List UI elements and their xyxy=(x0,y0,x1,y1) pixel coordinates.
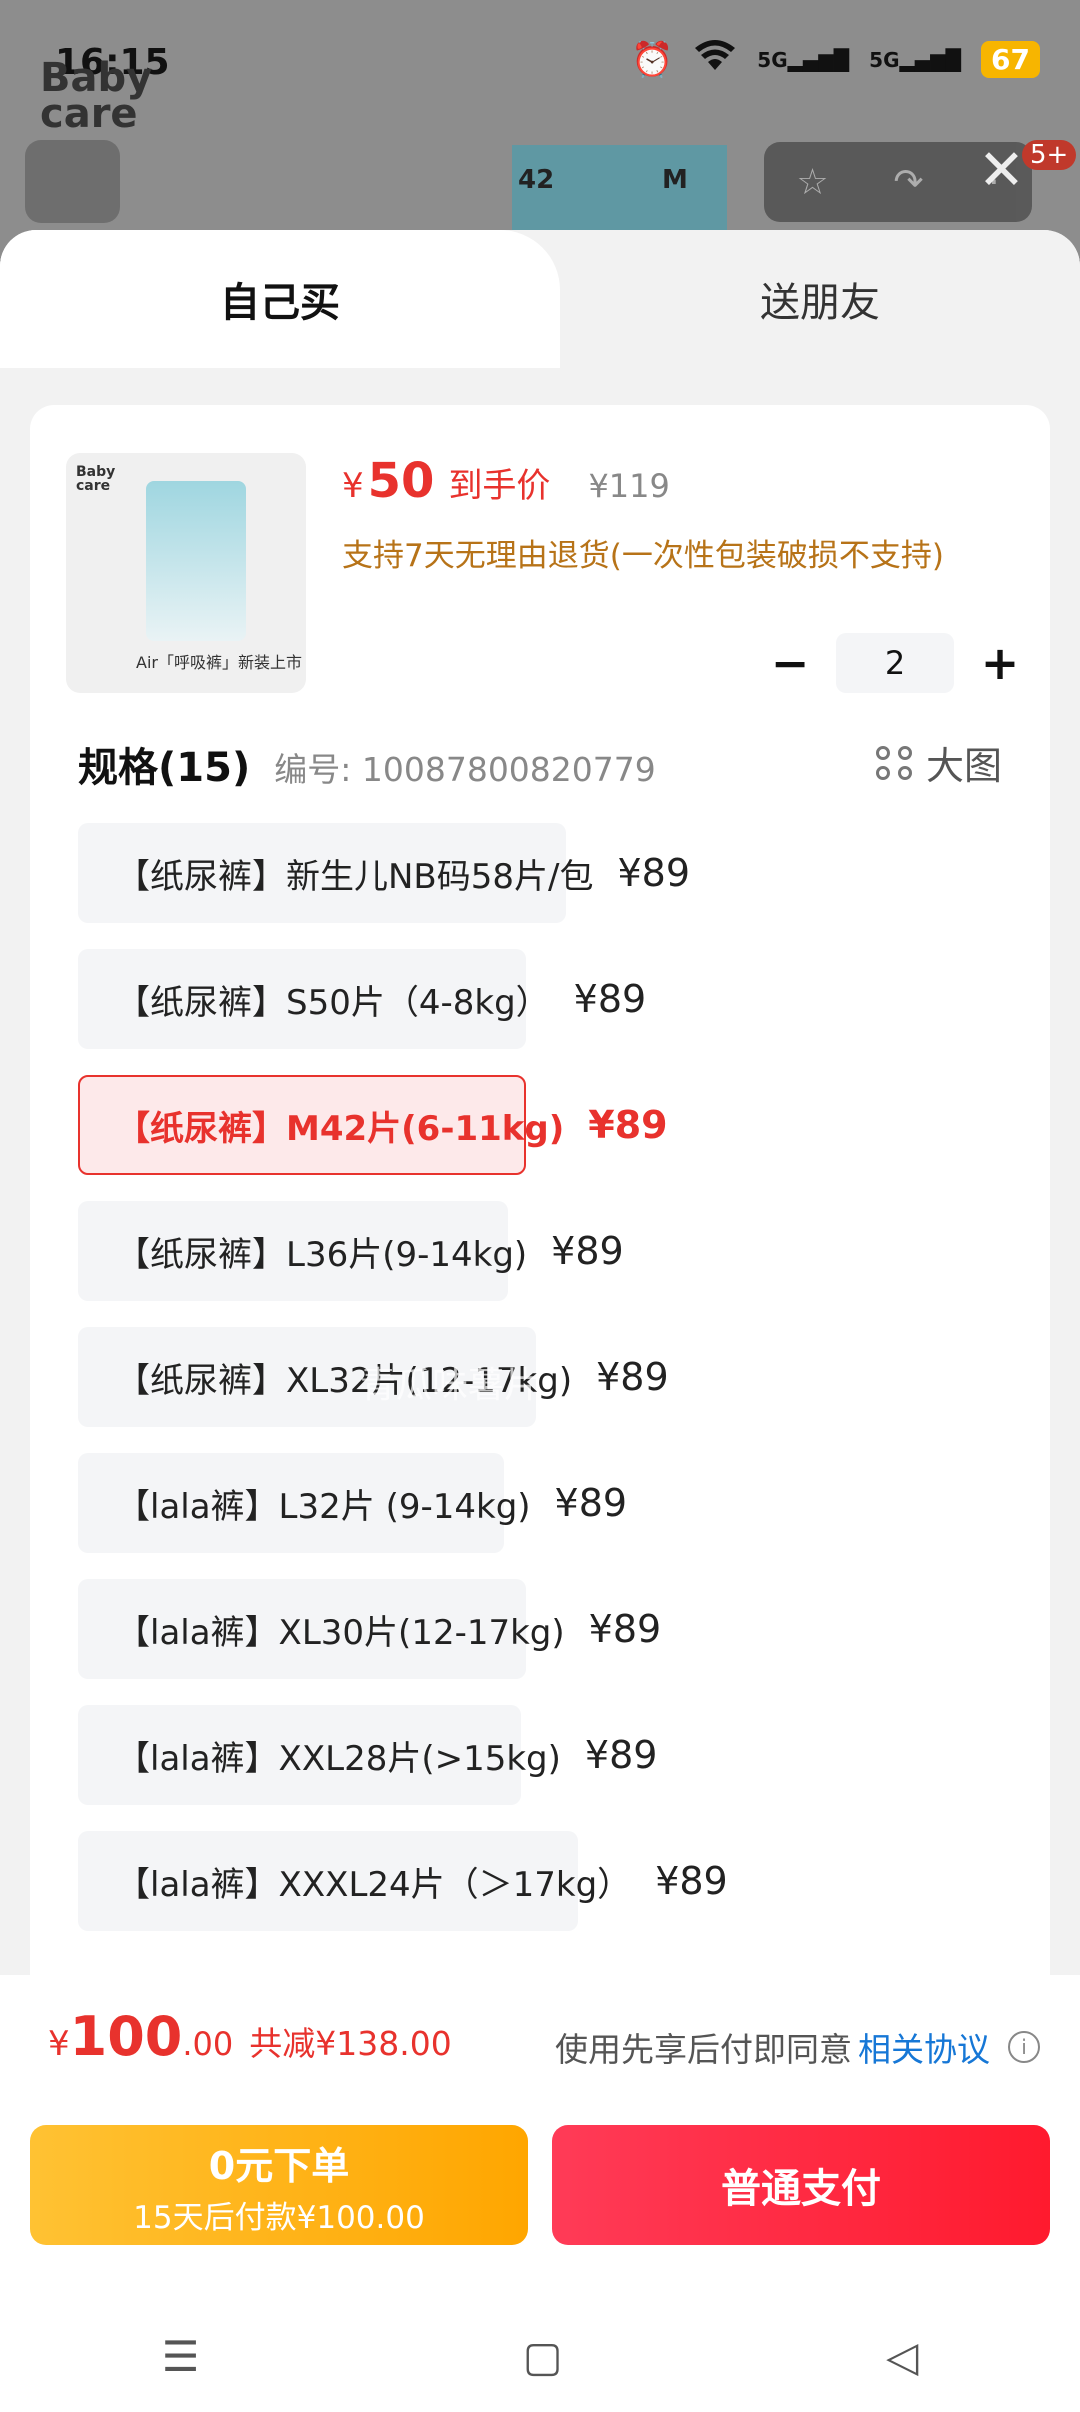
return-policy-note: 支持7天无理由退货(一次性包装破损不支持) xyxy=(342,538,944,574)
spec-item[interactable]: 【lala裤】XXXL24片（＞17kg） ¥89 xyxy=(78,1831,728,1931)
brand-logo: Baby care xyxy=(40,55,153,137)
spec-price: ¥89 xyxy=(596,1355,669,1399)
spec-label: 【纸尿裤】S50片（4-8kg） xyxy=(116,982,550,1023)
spec-item[interactable]: 【lala裤】XL30片(12-17kg) ¥89 xyxy=(78,1579,661,1679)
spec-price: ¥89 xyxy=(655,1859,728,1903)
spec-item[interactable]: 【lala裤】XXL28片(>15kg) ¥89 xyxy=(78,1705,657,1805)
alarm-icon: ⏰ xyxy=(630,39,674,80)
total-price: ¥ 100 .00 共减¥138.00 xyxy=(48,2005,452,2068)
spec-price: ¥89 xyxy=(554,1481,628,1525)
spec-price: ¥89 xyxy=(588,1607,662,1651)
status-bar: 16:15 ⏰ 5G▂▄▆█ 5G▂▄▆█ 67 xyxy=(0,0,1080,125)
product-image-caption: Air「呼吸裤」新装上市 xyxy=(136,653,302,672)
spec-label: 【纸尿裤】L36片(9-14kg) xyxy=(116,1234,528,1275)
spec-label: 【lala裤】XL30片(12-17kg) xyxy=(116,1612,565,1653)
normal-pay-button[interactable]: 普通支付 xyxy=(552,2125,1050,2245)
spec-price: ¥89 xyxy=(551,1229,624,1273)
quantity-plus-button[interactable]: + xyxy=(980,636,1020,690)
big-image-toggle[interactable]: 大图 xyxy=(875,735,1002,790)
agreement-link[interactable]: 相关协议 xyxy=(858,2023,990,2071)
product-image-logo: Baby care xyxy=(76,464,116,494)
quantity-stepper: − 2 + xyxy=(770,633,1020,693)
total-decimal: .00 xyxy=(182,2025,234,2063)
quantity-value[interactable]: 2 xyxy=(836,633,954,693)
status-icons: ⏰ 5G▂▄▆█ 5G▂▄▆█ 67 xyxy=(631,38,1040,81)
total-symbol: ¥ xyxy=(48,2024,70,2064)
final-price-label: 到手价 xyxy=(448,466,551,506)
info-icon[interactable]: i xyxy=(1008,2031,1040,2063)
wifi-icon xyxy=(693,38,737,81)
signal-5g-icon: 5G▂▄▆█ xyxy=(757,47,850,72)
final-price: 50 xyxy=(367,453,435,509)
diaper-pack-image xyxy=(146,481,246,641)
spec-item[interactable]: 【纸尿裤】S50片（4-8kg） ¥89 xyxy=(78,949,646,1049)
spec-label: 【lala裤】XXL28片(>15kg) xyxy=(116,1738,561,1779)
spec-item[interactable]: 【纸尿裤】L36片(9-14kg) ¥89 xyxy=(78,1201,624,1301)
big-image-label: 大图 xyxy=(925,744,1002,788)
product-card: Baby care Air「呼吸裤」新装上市 ¥ 50 到手价 ¥119 支持7天… xyxy=(30,405,1050,2235)
spec-title: 规格(15) xyxy=(78,745,251,791)
spec-label: 【lala裤】XXXL24片（＞17kg） xyxy=(116,1864,632,1905)
spec-item[interactable]: 【lala裤】L32片 (9-14kg) ¥89 xyxy=(78,1453,627,1553)
tab-buy-self[interactable]: 自己买 xyxy=(0,230,560,368)
menu-icon[interactable]: ☰ xyxy=(162,2332,200,2381)
zero-order-sublabel: 15天后付款¥100.00 xyxy=(133,2200,425,2236)
price-symbol: ¥ xyxy=(342,466,364,506)
notification-badge: 5+ xyxy=(1022,140,1077,170)
watermark: 青瓜味薯片 xyxy=(360,1365,541,1406)
spec-price: ¥89 xyxy=(617,851,691,895)
agreement-text: 使用先享后付即同意 xyxy=(555,2030,852,2069)
back-icon[interactable]: ◁ xyxy=(886,2332,918,2381)
system-nav-bar: ☰ ▢ ◁ xyxy=(0,2300,1080,2412)
spec-item[interactable]: 【纸尿裤】M42片(6-11kg) ¥89 xyxy=(78,1075,668,1175)
zero-order-button[interactable]: 0元下单 15天后付款¥100.00 xyxy=(30,2125,528,2245)
agreement-note: 使用先享后付即同意 相关协议 i xyxy=(555,2023,1040,2071)
close-icon[interactable]: ✕ xyxy=(978,138,1025,203)
share-icon[interactable]: ↷ xyxy=(893,162,923,203)
product-image[interactable]: Baby care Air「呼吸裤」新装上市 xyxy=(66,453,306,693)
signal-5g-icon-2: 5G▂▄▆█ xyxy=(869,47,962,72)
price-row: ¥ 50 到手价 ¥119 xyxy=(342,453,670,509)
spec-label: 【纸尿裤】新生儿NB码58片/包 xyxy=(116,856,594,897)
quantity-minus-button[interactable]: − xyxy=(770,636,810,690)
original-price: ¥119 xyxy=(588,467,670,505)
grid-icon xyxy=(875,745,914,780)
spec-price: ¥89 xyxy=(584,1733,658,1777)
product-code: 编号: 10087800820779 xyxy=(274,750,656,789)
spec-label: 【lala裤】L32片 (9-14kg) xyxy=(116,1486,531,1527)
total-integer: 100 xyxy=(69,2005,183,2068)
total-saved: 共减¥138.00 xyxy=(249,2024,452,2063)
spec-price: ¥89 xyxy=(588,1103,668,1147)
home-icon[interactable]: ▢ xyxy=(523,2332,563,2381)
zero-order-label: 0元下单 xyxy=(208,2144,350,2188)
spec-label: 【纸尿裤】M42片(6-11kg) xyxy=(116,1108,565,1149)
spec-item[interactable]: 【纸尿裤】新生儿NB码58片/包 ¥89 xyxy=(78,823,690,923)
purchase-tabs: 送朋友 自己买 xyxy=(0,230,1080,368)
battery-icon: 67 xyxy=(981,41,1040,78)
star-icon[interactable]: ☆ xyxy=(796,162,828,203)
spec-price: ¥89 xyxy=(573,977,647,1021)
tab-send-friend[interactable]: 送朋友 xyxy=(560,230,1080,368)
spec-header: 规格(15) 编号: 10087800820779 xyxy=(78,735,656,793)
